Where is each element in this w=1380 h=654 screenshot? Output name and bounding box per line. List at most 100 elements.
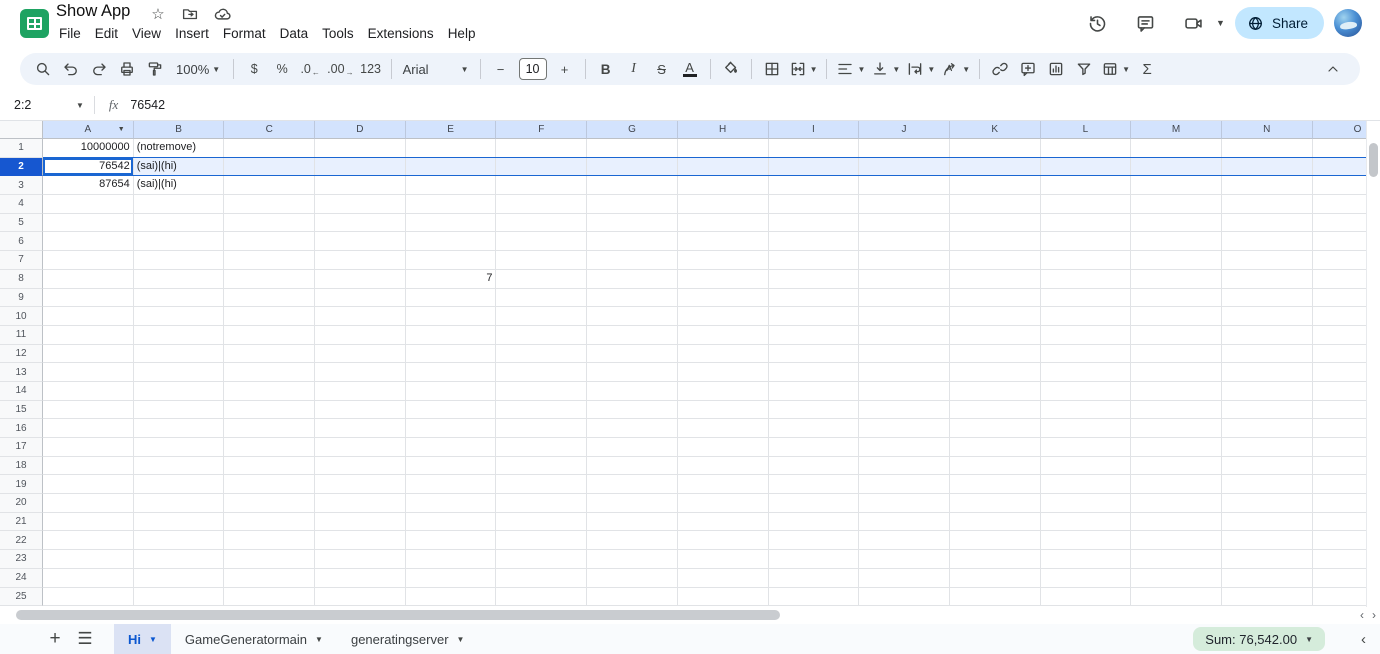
name-box-caret-icon[interactable]: ▼ bbox=[76, 101, 84, 110]
row-header-14[interactable]: 14 bbox=[0, 382, 43, 401]
cell-H3[interactable] bbox=[678, 176, 769, 195]
cell-E20[interactable] bbox=[406, 494, 497, 513]
cell-L7[interactable] bbox=[1041, 251, 1132, 270]
italic-button[interactable]: I bbox=[621, 56, 647, 82]
cell-D25[interactable] bbox=[315, 588, 406, 607]
row-header-4[interactable]: 4 bbox=[0, 195, 43, 214]
cell-F24[interactable] bbox=[496, 569, 587, 588]
cell-E4[interactable] bbox=[406, 195, 497, 214]
cell-I13[interactable] bbox=[769, 363, 860, 382]
cell-O5[interactable] bbox=[1313, 214, 1366, 233]
cell-D10[interactable] bbox=[315, 307, 406, 326]
cell-E6[interactable] bbox=[406, 232, 497, 251]
cell-I5[interactable] bbox=[769, 214, 860, 233]
cell-H15[interactable] bbox=[678, 401, 769, 420]
menu-edit[interactable]: Edit bbox=[88, 23, 125, 44]
cell-M4[interactable] bbox=[1131, 195, 1222, 214]
document-title[interactable]: Show App bbox=[56, 2, 130, 21]
cell-C4[interactable] bbox=[224, 195, 315, 214]
cell-G5[interactable] bbox=[587, 214, 678, 233]
cloud-status-icon[interactable] bbox=[212, 4, 232, 24]
row-header-8[interactable]: 8 bbox=[0, 270, 43, 289]
horizontal-scrollbar[interactable]: ‹ › bbox=[0, 607, 1380, 623]
row-header-11[interactable]: 11 bbox=[0, 326, 43, 345]
cell-N20[interactable] bbox=[1222, 494, 1313, 513]
cell-L21[interactable] bbox=[1041, 513, 1132, 532]
cell-C7[interactable] bbox=[224, 251, 315, 270]
cell-N22[interactable] bbox=[1222, 531, 1313, 550]
cell-J24[interactable] bbox=[859, 569, 950, 588]
cell-J3[interactable] bbox=[859, 176, 950, 195]
cell-C14[interactable] bbox=[224, 382, 315, 401]
cell-J15[interactable] bbox=[859, 401, 950, 420]
menu-file[interactable]: File bbox=[52, 23, 88, 44]
increase-decimal-button[interactable]: .00→ bbox=[325, 56, 355, 82]
cell-O8[interactable] bbox=[1313, 270, 1366, 289]
row-header-5[interactable]: 5 bbox=[0, 214, 43, 233]
cell-J12[interactable] bbox=[859, 345, 950, 364]
cell-J11[interactable] bbox=[859, 326, 950, 345]
cell-E1[interactable] bbox=[406, 139, 497, 158]
borders-icon[interactable] bbox=[759, 56, 785, 82]
redo-icon[interactable] bbox=[86, 56, 112, 82]
cell-I3[interactable] bbox=[769, 176, 860, 195]
cell-A14[interactable] bbox=[43, 382, 134, 401]
cell-F21[interactable] bbox=[496, 513, 587, 532]
cell-I23[interactable] bbox=[769, 550, 860, 569]
row-header-20[interactable]: 20 bbox=[0, 494, 43, 513]
cell-N2[interactable] bbox=[1222, 158, 1313, 177]
cell-A15[interactable] bbox=[43, 401, 134, 420]
cell-E9[interactable] bbox=[406, 289, 497, 308]
cell-K7[interactable] bbox=[950, 251, 1041, 270]
cell-B12[interactable] bbox=[134, 345, 225, 364]
cell-N6[interactable] bbox=[1222, 232, 1313, 251]
cell-I24[interactable] bbox=[769, 569, 860, 588]
sum-pill[interactable]: Sum: 76,542.00 ▼ bbox=[1193, 627, 1325, 651]
cell-D18[interactable] bbox=[315, 457, 406, 476]
cell-G14[interactable] bbox=[587, 382, 678, 401]
cell-H16[interactable] bbox=[678, 419, 769, 438]
cell-H6[interactable] bbox=[678, 232, 769, 251]
cell-G4[interactable] bbox=[587, 195, 678, 214]
sheets-logo-icon[interactable] bbox=[20, 9, 49, 38]
column-header-F[interactable]: F bbox=[496, 121, 587, 139]
cell-L20[interactable] bbox=[1041, 494, 1132, 513]
cell-M5[interactable] bbox=[1131, 214, 1222, 233]
cell-H10[interactable] bbox=[678, 307, 769, 326]
row-header-19[interactable]: 19 bbox=[0, 475, 43, 494]
strikethrough-button[interactable]: S bbox=[649, 56, 675, 82]
cell-D12[interactable] bbox=[315, 345, 406, 364]
print-icon[interactable] bbox=[114, 56, 140, 82]
cell-K25[interactable] bbox=[950, 588, 1041, 607]
cell-I1[interactable] bbox=[769, 139, 860, 158]
cell-M9[interactable] bbox=[1131, 289, 1222, 308]
zoom-control[interactable]: 100% ▼ bbox=[170, 56, 226, 82]
cell-E24[interactable] bbox=[406, 569, 497, 588]
table-views-button[interactable]: ▼ bbox=[1099, 56, 1132, 82]
cell-J4[interactable] bbox=[859, 195, 950, 214]
column-header-E[interactable]: E bbox=[406, 121, 497, 139]
cell-D19[interactable] bbox=[315, 475, 406, 494]
cell-B3[interactable]: (sai)|(hi) bbox=[134, 176, 225, 195]
cell-K19[interactable] bbox=[950, 475, 1041, 494]
cell-J23[interactable] bbox=[859, 550, 950, 569]
cell-O14[interactable] bbox=[1313, 382, 1366, 401]
cell-G7[interactable] bbox=[587, 251, 678, 270]
cell-O22[interactable] bbox=[1313, 531, 1366, 550]
name-box[interactable]: 2:2 bbox=[0, 98, 76, 112]
cell-G17[interactable] bbox=[587, 438, 678, 457]
undo-icon[interactable] bbox=[58, 56, 84, 82]
cell-F9[interactable] bbox=[496, 289, 587, 308]
column-header-L[interactable]: L bbox=[1041, 121, 1132, 139]
cell-B10[interactable] bbox=[134, 307, 225, 326]
cell-L6[interactable] bbox=[1041, 232, 1132, 251]
cell-F23[interactable] bbox=[496, 550, 587, 569]
cell-M12[interactable] bbox=[1131, 345, 1222, 364]
cell-N14[interactable] bbox=[1222, 382, 1313, 401]
cell-M16[interactable] bbox=[1131, 419, 1222, 438]
cell-F12[interactable] bbox=[496, 345, 587, 364]
cell-L15[interactable] bbox=[1041, 401, 1132, 420]
cell-H19[interactable] bbox=[678, 475, 769, 494]
cell-M2[interactable] bbox=[1131, 158, 1222, 177]
row-header-25[interactable]: 25 bbox=[0, 588, 43, 607]
